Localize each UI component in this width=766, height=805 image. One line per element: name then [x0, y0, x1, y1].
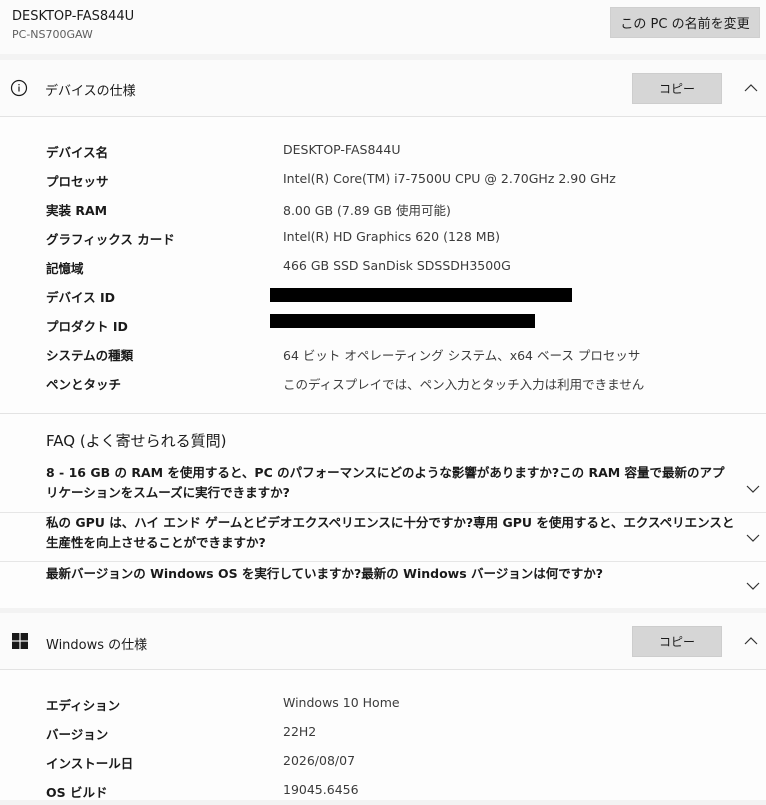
- windows-logo-icon: [12, 633, 28, 649]
- faq-item[interactable]: 私の GPU は、ハイ エンド ゲームとビデオエクスペリエンスに十分ですか?専用…: [0, 513, 766, 562]
- spec-value[interactable]: 8.00 GB (7.89 GB 使用可能): [283, 200, 451, 219]
- device-header: DESKTOP-FAS844U PC-NS700GAW この PC の名前を変更: [0, 0, 766, 54]
- spec-row: デバイス名 DESKTOP-FAS844U: [0, 136, 766, 165]
- spec-label: デバイス ID: [46, 290, 116, 305]
- spec-label: 記憶域: [46, 261, 84, 276]
- device-model: PC-NS700GAW: [12, 28, 93, 41]
- spec-row: システムの種類 64 ビット オペレーティング システム、x64 ベース プロセ…: [0, 339, 766, 368]
- rename-pc-button[interactable]: この PC の名前を変更: [610, 7, 760, 38]
- faq-question-line: リケーションをスムーズに実行できますか?: [46, 485, 290, 500]
- device-name: DESKTOP-FAS844U: [12, 9, 135, 24]
- faq-title: FAQ (よく寄せられる質問): [46, 432, 227, 450]
- faq-question-line: 生産性を向上させることができますか?: [46, 535, 266, 550]
- spec-row: グラフィックス カード Intel(R) HD Graphics 620 (12…: [0, 223, 766, 252]
- chevron-up-icon[interactable]: [744, 83, 758, 93]
- chevron-down-icon[interactable]: [746, 484, 760, 494]
- spec-row: 実装 RAM 8.00 GB (7.89 GB 使用可能): [0, 194, 766, 223]
- device-specs-header[interactable]: デバイスの仕様 コピー: [0, 60, 766, 116]
- faq-question-line: 8 - 16 GB の RAM を使用すると、PC のパフォーマンスにどのような…: [46, 465, 725, 480]
- spec-label: グラフィックス カード: [46, 232, 175, 247]
- faq-question-line: 最新バージョンの Windows OS を実行していますか?最新の Window…: [46, 566, 604, 581]
- spec-value[interactable]: 466 GB SSD SanDisk SDSSDH3500G: [283, 258, 511, 273]
- spec-value[interactable]: このディスプレイでは、ペン入力とタッチ入力は利用できません: [283, 374, 644, 393]
- spec-label: バージョン: [46, 727, 109, 742]
- faq-item[interactable]: 最新バージョンの Windows OS を実行していますか?最新の Window…: [0, 562, 766, 608]
- spec-row: 記憶域 466 GB SSD SanDisk SDSSDH3500G: [0, 252, 766, 281]
- spec-value[interactable]: 2026/08/07: [283, 753, 355, 768]
- device-specs-body: デバイス名 DESKTOP-FAS844U プロセッサ Intel(R) Cor…: [0, 117, 766, 413]
- spec-row: プロセッサ Intel(R) Core(TM) i7-7500U CPU @ 2…: [0, 165, 766, 194]
- device-specs-title: デバイスの仕様: [45, 84, 136, 99]
- spec-value[interactable]: Windows 10 Home: [283, 695, 400, 710]
- info-icon: [10, 79, 28, 97]
- spec-row: バージョン 22H2: [0, 718, 766, 747]
- faq-section: FAQ (よく寄せられる質問) 8 - 16 GB の RAM を使用すると、P…: [0, 414, 766, 608]
- spec-label: プロセッサ: [46, 174, 109, 189]
- chevron-down-icon[interactable]: [746, 533, 760, 543]
- device-specs-copy-button[interactable]: コピー: [632, 73, 722, 104]
- spec-value[interactable]: 19045.6456: [283, 782, 359, 797]
- spec-label: OS ビルド: [46, 785, 108, 800]
- redaction-bar: [270, 288, 572, 302]
- faq-item[interactable]: 8 - 16 GB の RAM を使用すると、PC のパフォーマンスにどのような…: [0, 462, 766, 512]
- windows-specs-title: Windows の仕様: [46, 638, 148, 653]
- spec-value[interactable]: 64 ビット オペレーティング システム、x64 ベース プロセッサ: [283, 345, 640, 364]
- spec-row: プロダクト ID: [0, 310, 766, 339]
- spec-label: エディション: [46, 698, 121, 713]
- spec-label: デバイス名: [46, 145, 109, 160]
- spec-row: OS ビルド 19045.6456: [0, 776, 766, 805]
- spec-label: インストール日: [46, 756, 134, 771]
- spec-value[interactable]: DESKTOP-FAS844U: [283, 142, 400, 157]
- spec-row: デバイス ID: [0, 281, 766, 310]
- spec-value[interactable]: Intel(R) HD Graphics 620 (128 MB): [283, 229, 500, 244]
- spec-label: システムの種類: [46, 348, 134, 363]
- spec-label: プロダクト ID: [46, 319, 128, 334]
- faq-question-line: 私の GPU は、ハイ エンド ゲームとビデオエクスペリエンスに十分ですか?専用…: [46, 515, 735, 530]
- chevron-down-icon[interactable]: [746, 581, 760, 591]
- spec-value[interactable]: Intel(R) Core(TM) i7-7500U CPU @ 2.70GHz…: [283, 171, 616, 186]
- spec-value[interactable]: 22H2: [283, 724, 316, 739]
- spec-row: エディション Windows 10 Home: [0, 689, 766, 718]
- spec-label: 実装 RAM: [46, 203, 108, 218]
- spec-label: ペンとタッチ: [46, 377, 122, 392]
- windows-specs-copy-button[interactable]: コピー: [632, 626, 722, 657]
- windows-specs-header[interactable]: Windows の仕様 コピー: [0, 613, 766, 669]
- spec-row: インストール日 2026/08/07: [0, 747, 766, 776]
- redaction-bar: [270, 314, 535, 328]
- windows-specs-body: エディション Windows 10 Home バージョン 22H2 インストール…: [0, 670, 766, 800]
- chevron-up-icon[interactable]: [744, 636, 758, 646]
- spec-row: ペンとタッチ このディスプレイでは、ペン入力とタッチ入力は利用できません: [0, 368, 766, 397]
